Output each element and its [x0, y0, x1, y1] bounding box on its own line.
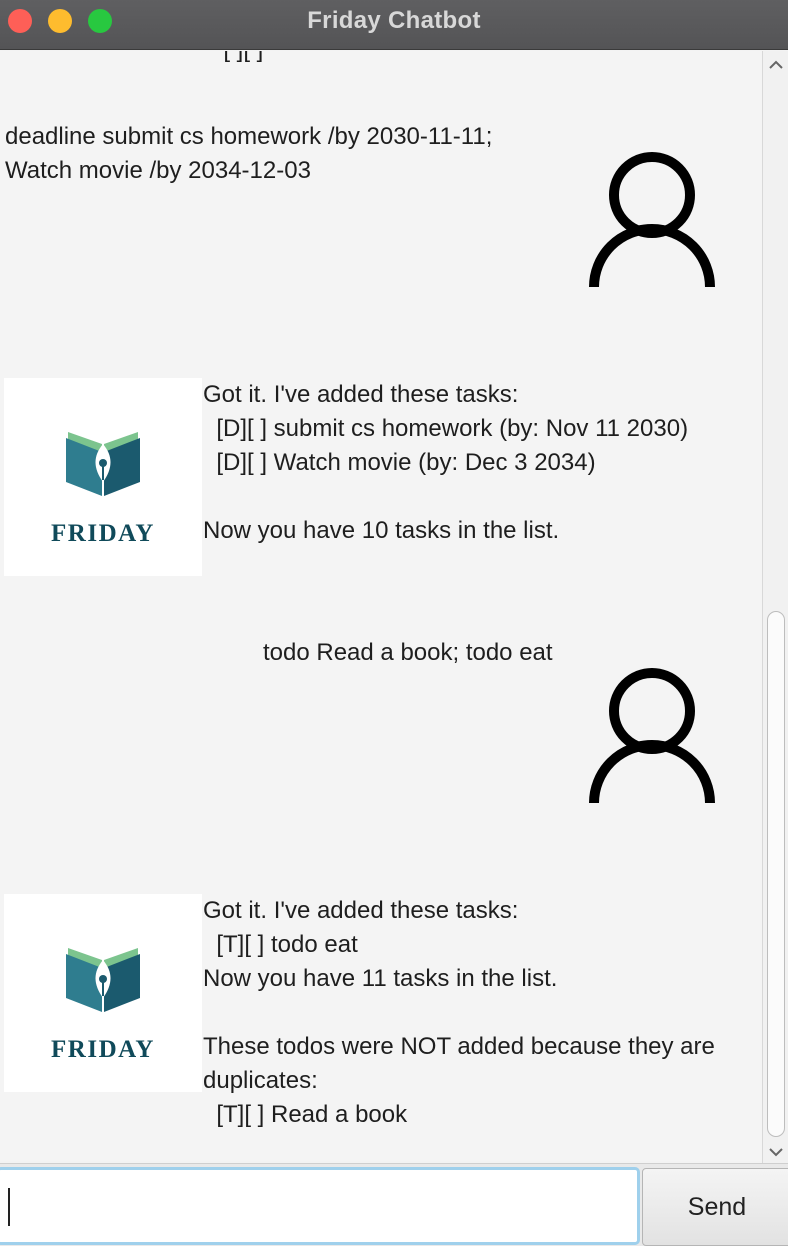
- input-bar: Send: [0, 1163, 788, 1246]
- bot-avatar: FRIDAY: [4, 894, 202, 1092]
- bot-brand-label: FRIDAY: [51, 1036, 155, 1063]
- bot-brand-label: FRIDAY: [51, 520, 155, 547]
- user-avatar: [588, 666, 718, 804]
- friday-logo-icon: [66, 948, 140, 1012]
- friday-logo-icon: [66, 432, 140, 496]
- user-avatar: [588, 150, 718, 288]
- message-input[interactable]: [0, 1167, 640, 1245]
- text-caret: [8, 1188, 10, 1226]
- bot-message-text: Got it. I've added these tasks: [D][ ] s…: [203, 381, 689, 544]
- user-message-text: todo Read a book; todo eat: [263, 639, 553, 666]
- user-icon: [589, 152, 715, 288]
- title-bar: Friday Chatbot: [0, 0, 788, 50]
- window-title: Friday Chatbot: [307, 7, 481, 34]
- user-icon: [589, 668, 715, 804]
- cut-off-message: [ ][ ]: [210, 51, 263, 67]
- chat-scroll-pane[interactable]: [ ][ ] deadline submit cs homework /by 2…: [0, 51, 762, 1161]
- scrollbar-thumb[interactable]: [767, 611, 785, 1137]
- bot-message-text: Got it. I've added these tasks: [T][ ] t…: [203, 897, 715, 1128]
- user-message-text: deadline submit cs homework /by 2030-11-…: [5, 123, 493, 184]
- send-button[interactable]: Send: [642, 1168, 788, 1246]
- bot-avatar: FRIDAY: [4, 378, 202, 576]
- scroll-down-arrow-icon[interactable]: [763, 1139, 788, 1163]
- vertical-scrollbar[interactable]: [762, 51, 788, 1163]
- scroll-up-arrow-icon[interactable]: [763, 51, 788, 75]
